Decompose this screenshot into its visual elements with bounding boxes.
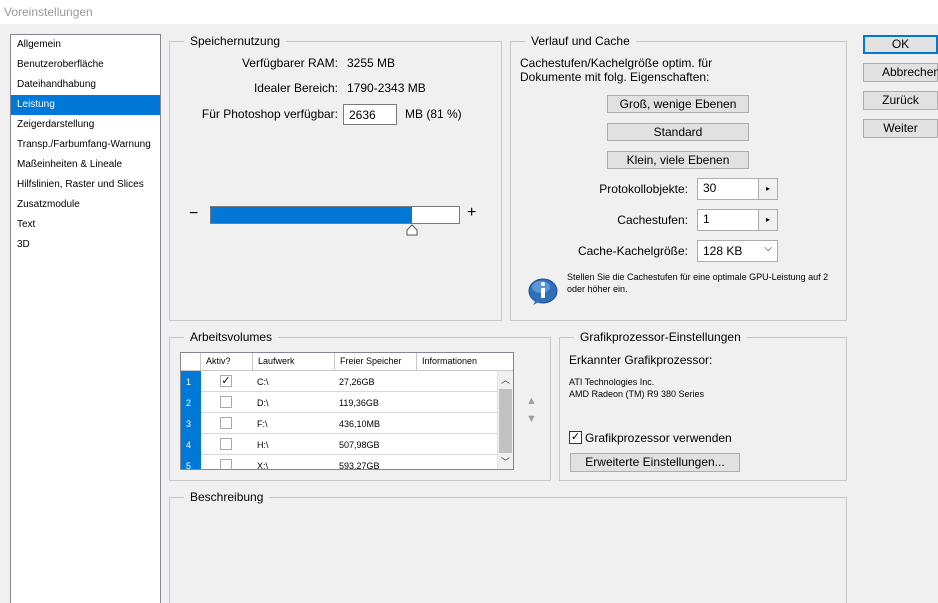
description-group: Beschreibung <box>169 490 847 603</box>
nav-item-zusatzmodule[interactable]: Zusatzmodule <box>11 195 160 215</box>
ideal-range-label: Idealer Bereich: <box>253 81 338 95</box>
tile-size-select[interactable]: 128 KB ⌵ <box>697 240 778 262</box>
cache-description: Cachestufen/Kachelgröße optim. für Dokum… <box>520 56 713 84</box>
tile-size-label: Cache-Kachelgröße: <box>577 244 688 258</box>
scratch-disks-title: Arbeitsvolumes <box>190 330 273 344</box>
row-number: 4 <box>181 434 201 455</box>
history-cache-title: Verlauf und Cache <box>531 34 630 48</box>
window-title: Voreinstellungen <box>4 5 93 19</box>
chevron-down-icon: ⌵ <box>764 243 772 254</box>
cache-levels-arrow-icon[interactable]: ▸ <box>758 210 777 230</box>
photoshop-ram-label: Für Photoshop verfügbar: <box>201 107 338 121</box>
memory-increase-icon[interactable]: + <box>467 204 476 222</box>
scroll-up-icon[interactable]: ︿ <box>498 373 513 386</box>
move-up-icon[interactable]: ▲ <box>526 395 537 407</box>
memory-slider[interactable] <box>210 206 460 224</box>
col-header-drive[interactable]: Laufwerk <box>253 353 335 371</box>
settings-nav-list: Allgemein Benutzeroberfläche Dateihandha… <box>10 34 161 603</box>
nav-item-zeigerdarstellung[interactable]: Zeigerdarstellung <box>11 115 160 135</box>
table-header: Aktiv? Laufwerk Freier Speicher Informat… <box>181 353 513 371</box>
table-row[interactable]: 5 X:\ 593,27GB <box>181 455 499 470</box>
advanced-settings-button[interactable]: Erweiterte Einstellungen... <box>570 453 740 472</box>
col-header-info[interactable]: Informationen <box>417 353 513 371</box>
row-number: 3 <box>181 413 201 434</box>
history-states-arrow-icon[interactable]: ▸ <box>758 179 777 199</box>
row-drive: X:\ <box>257 461 269 470</box>
cancel-button[interactable]: Abbrechen <box>863 63 938 82</box>
col-header-num <box>181 353 201 371</box>
table-scrollbar[interactable]: ︿ ﹀ <box>497 371 513 469</box>
row-free-space: 507,98GB <box>339 440 380 450</box>
row-number: 5 <box>181 455 201 469</box>
ok-button[interactable]: OK <box>863 35 938 54</box>
available-ram-label: Verfügbarer RAM: <box>241 56 338 70</box>
history-states-value: 30 <box>703 181 717 195</box>
row-free-space: 27,26GB <box>339 377 375 387</box>
title-bar: Voreinstellungen <box>0 0 938 24</box>
photoshop-ram-unit: MB (81 %) <box>405 107 462 121</box>
table-row[interactable]: 1 ✓ C:\ 27,26GB <box>181 371 499 392</box>
nav-item-allgemein[interactable]: Allgemein <box>11 35 160 55</box>
gpu-detected-label: Erkannter Grafikprozessor: <box>569 353 713 367</box>
next-button[interactable]: Weiter <box>863 119 938 138</box>
row-drive: H:\ <box>257 440 269 450</box>
row-active-checkbox[interactable] <box>220 396 232 408</box>
memory-slider-fill <box>211 207 412 223</box>
nav-item-benutzeroberflaeche[interactable]: Benutzeroberfläche <box>11 55 160 75</box>
row-number: 1 <box>181 371 201 392</box>
row-active-checkbox[interactable] <box>220 459 232 469</box>
row-active-checkbox[interactable] <box>220 417 232 429</box>
nav-item-hilfslinien[interactable]: Hilfslinien, Raster und Slices <box>11 175 160 195</box>
row-free-space: 436,10MB <box>339 419 381 429</box>
gpu-vendor: ATI Technologies Inc. <box>569 377 655 387</box>
scroll-thumb[interactable] <box>499 389 512 453</box>
gpu-info-text: Stellen Sie die Cachestufen für eine opt… <box>567 272 829 294</box>
table-row[interactable]: 2 D:\ 119,36GB <box>181 392 499 413</box>
use-gpu-label[interactable]: Grafikprozessor verwenden <box>585 431 732 445</box>
description-title: Beschreibung <box>190 490 264 504</box>
back-button[interactable]: Zurück <box>863 91 938 110</box>
cache-small-button[interactable]: Klein, viele Ebenen <box>607 151 749 169</box>
history-states-stepper[interactable]: 30 ▸ <box>697 178 778 200</box>
nav-item-text[interactable]: Text <box>11 215 160 235</box>
row-number: 2 <box>181 392 201 413</box>
row-drive: C:\ <box>257 377 269 387</box>
table-row[interactable]: 3 F:\ 436,10MB <box>181 413 499 434</box>
table-row[interactable]: 4 H:\ 507,98GB <box>181 434 499 455</box>
row-active-checkbox[interactable] <box>220 438 232 450</box>
nav-item-transparenz[interactable]: Transp./Farbumfang-Warnung <box>11 135 160 155</box>
cache-large-button[interactable]: Groß, wenige Ebenen <box>607 95 749 113</box>
row-drive: F:\ <box>257 419 268 429</box>
memory-decrease-icon[interactable]: − <box>189 205 198 223</box>
cache-levels-value: 1 <box>703 212 710 226</box>
use-gpu-checkbox[interactable]: ✓ <box>569 431 582 444</box>
row-free-space: 593,27GB <box>339 461 380 470</box>
col-header-active[interactable]: Aktiv? <box>201 353 253 371</box>
cache-levels-label: Cachestufen: <box>617 213 688 227</box>
nav-item-3d[interactable]: 3D <box>11 235 160 255</box>
scratch-disks-table: Aktiv? Laufwerk Freier Speicher Informat… <box>180 352 514 470</box>
tile-size-value: 128 KB <box>703 244 743 258</box>
nav-item-leistung[interactable]: Leistung <box>11 95 160 115</box>
info-icon <box>528 278 558 305</box>
move-down-icon[interactable]: ▼ <box>526 413 537 425</box>
available-ram-value: 3255 MB <box>347 56 396 70</box>
cache-default-button[interactable]: Standard <box>607 123 749 141</box>
nav-item-masseinheiten[interactable]: Maßeinheiten & Lineale <box>11 155 160 175</box>
scroll-down-icon[interactable]: ﹀ <box>498 455 513 468</box>
slider-thumb-icon[interactable] <box>406 224 418 236</box>
memory-usage-group: Speichernutzung <box>169 34 502 321</box>
gpu-settings-title: Grafikprozessor-Einstellungen <box>580 330 741 344</box>
history-states-label: Protokollobjekte: <box>599 182 688 196</box>
row-active-checkbox[interactable]: ✓ <box>220 375 232 387</box>
ideal-range-value: 1790-2343 MB <box>347 81 426 95</box>
row-drive: D:\ <box>257 398 269 408</box>
cache-levels-stepper[interactable]: 1 ▸ <box>697 209 778 231</box>
memory-usage-title: Speichernutzung <box>190 34 281 48</box>
nav-item-dateihandhabung[interactable]: Dateihandhabung <box>11 75 160 95</box>
col-header-free[interactable]: Freier Speicher <box>335 353 417 371</box>
photoshop-ram-input[interactable]: 2636 <box>343 104 397 125</box>
gpu-model: AMD Radeon (TM) R9 380 Series <box>569 389 705 399</box>
row-free-space: 119,36GB <box>339 398 379 408</box>
